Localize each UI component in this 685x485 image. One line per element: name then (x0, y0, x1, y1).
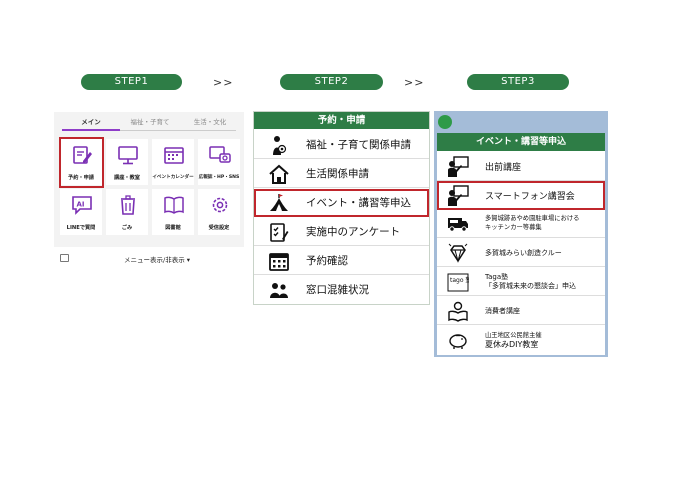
event-item-label: 山王地区公民館主催 夏休みDIY教室 (485, 331, 542, 350)
tile-label: ごみ (121, 225, 133, 231)
event-application-panel: イベント・講習等申込 出前講座 スマートフォン講習会 多賀城跡あやめ園駐車場にお… (434, 111, 608, 357)
main-menu-panel: メイン 福祉・子育て 生活・文化 予約・申請 講座・教室 イベントカレンダー 広… (54, 112, 244, 264)
reader-icon (448, 301, 468, 322)
event-item-line1: 多賀城跡あやめ園駐車場における (485, 215, 580, 222)
trash-icon (121, 195, 135, 215)
taga-logo-text: tago 塾 (450, 276, 469, 284)
step2-highlight (254, 189, 429, 217)
ai-chat-icon: AI (72, 196, 92, 215)
tile-courses[interactable]: 講座・教室 (106, 139, 148, 185)
crowd-icon (270, 283, 288, 298)
panel-title: 予約・申請 (254, 112, 429, 129)
active-tab-indicator (62, 129, 120, 131)
menu-item-welfare[interactable]: 福祉・子育て関係申請 (254, 130, 429, 159)
menu-item-label: 予約確認 (306, 255, 348, 267)
menu-item-reservation-check[interactable]: 予約確認 (254, 246, 429, 275)
step1-badge: STEP1 (81, 74, 182, 90)
tab-welfare[interactable]: 福祉・子育て (120, 116, 180, 126)
food-truck-icon (448, 218, 468, 232)
monitor-icon (118, 146, 138, 165)
parent-child-icon (273, 136, 287, 155)
step1-highlight (59, 137, 104, 188)
tab-life-culture[interactable]: 生活・文化 (180, 116, 240, 126)
screen-camera-icon (209, 146, 231, 163)
menu-item-survey[interactable]: 実施中のアンケート (254, 217, 429, 246)
tile-line-question[interactable]: AI LINEで質問 (60, 189, 102, 235)
event-list-card: イベント・講習等申込 出前講座 スマートフォン講習会 多賀城跡あやめ園駐車場にお… (437, 133, 605, 355)
menu-item-life[interactable]: 生活関係申請 (254, 159, 429, 188)
event-item-label: Taga塾 「多賀城未来の懇談会」申込 (485, 273, 576, 291)
tile-label: 広報誌・HP・SNS (198, 175, 240, 180)
event-item-line1: 山王地区公民館主催 (485, 332, 542, 339)
menu-item-label: 実施中のアンケート (306, 226, 401, 238)
diamond-icon (448, 243, 468, 263)
event-item-delivery-lecture[interactable]: 出前講座 (437, 152, 605, 181)
event-item-consumer-course[interactable]: 消費者講座 (437, 296, 605, 325)
app-logo-icon (438, 115, 452, 129)
menu-item-label: 福祉・子育て関係申請 (306, 139, 411, 151)
menu-item-label: 生活関係申請 (306, 168, 369, 180)
tile-notification-settings[interactable]: 受信設定 (198, 189, 240, 235)
event-item-kitchen-car[interactable]: 多賀城跡あやめ園駐車場における キッチンカー等募集 (437, 210, 605, 238)
tile-garbage[interactable]: ごみ (106, 189, 148, 235)
survey-icon (270, 223, 289, 242)
tile-label: イベントカレンダー (152, 175, 194, 180)
event-item-line2: 「多賀城未来の懇談会」申込 (485, 282, 576, 290)
event-item-label: 多賀城みらい創造クルー (485, 249, 562, 257)
tile-label: 受信設定 (208, 225, 230, 231)
event-item-mirai-crew[interactable]: 多賀城みらい創造クルー (437, 238, 605, 267)
svg-text:AI: AI (77, 201, 85, 209)
event-item-label: 消費者講座 (485, 307, 520, 315)
event-item-label: 出前講座 (485, 163, 522, 173)
keyboard-icon (60, 254, 69, 262)
tile-label: 講座・教室 (114, 175, 140, 181)
tile-event-calendar[interactable]: イベントカレンダー (152, 139, 194, 185)
event-item-taga-juku[interactable]: tago 塾 Taga塾 「多賀城未来の懇談会」申込 (437, 267, 605, 296)
step3-highlight (437, 181, 605, 210)
calendar-icon (269, 253, 289, 271)
event-item-line2: 夏休みDIY教室 (485, 340, 539, 349)
menu-toggle[interactable]: メニュー表示/非表示 ▾ (54, 253, 244, 265)
step2-badge: STEP2 (280, 74, 383, 90)
event-item-label: 多賀城跡あやめ園駐車場における キッチンカー等募集 (485, 215, 579, 232)
teacher-icon (448, 156, 469, 177)
tile-label: 図書館 (165, 225, 181, 231)
tab-main[interactable]: メイン (62, 116, 120, 126)
piggy-bank-icon (449, 334, 467, 349)
gear-icon (212, 197, 228, 213)
book-icon (164, 196, 184, 214)
event-item-diy-class[interactable]: 山王地区公民館主催 夏休みDIY教室 (437, 325, 605, 355)
reservation-menu-panel: 予約・申請 福祉・子育て関係申請 生活関係申請 イベント・講習等申込 実施中のア… (253, 111, 430, 305)
tab-divider (120, 130, 236, 131)
menu-item-label: 窓口混雑状況 (306, 284, 369, 296)
step-arrow-2: >> (404, 76, 425, 89)
house-icon (269, 164, 289, 184)
tile-library[interactable]: 図書館 (152, 189, 194, 235)
taga-logo-icon: tago 塾 (447, 273, 469, 292)
menu-toggle-label: メニュー表示/非表示 ▾ (124, 256, 191, 264)
menu-tabs: メイン 福祉・子育て 生活・文化 (54, 112, 244, 132)
step3-badge: STEP3 (467, 74, 569, 90)
tile-label: LINEで質問 (66, 225, 96, 231)
event-item-line1: Taga塾 (485, 273, 509, 281)
event-item-line2: キッチンカー等募集 (485, 223, 542, 231)
panel-title: イベント・講習等申込 (437, 133, 605, 151)
calendar-icon (164, 147, 184, 164)
tile-pr-sns[interactable]: 広報誌・HP・SNS (198, 139, 240, 185)
step-arrow-1: >> (213, 76, 234, 89)
menu-item-counter-status[interactable]: 窓口混雑状況 (254, 275, 429, 304)
